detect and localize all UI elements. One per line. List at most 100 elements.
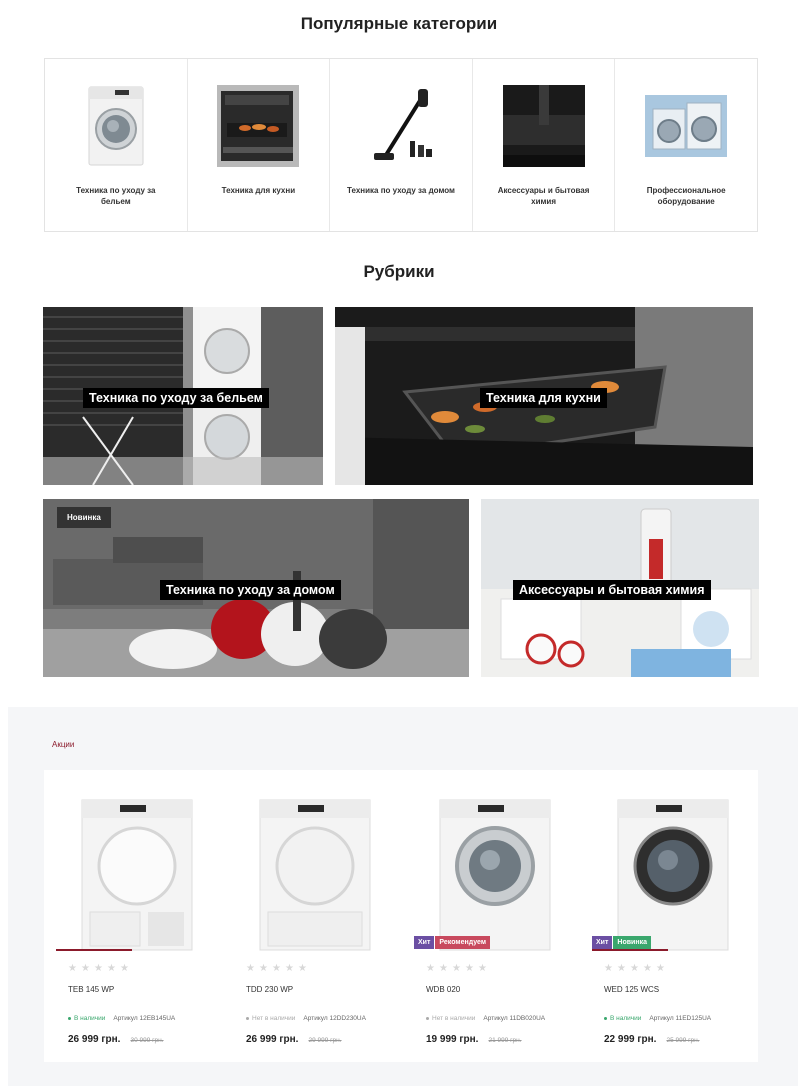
rubrics-title: Рубрики — [363, 262, 435, 281]
product-badges: Хит Рекомендуем — [414, 936, 490, 949]
star-icon: ★ — [298, 963, 307, 974]
product-old-price: 30 999 грн. — [130, 1037, 164, 1044]
star-icon: ★ — [656, 963, 665, 974]
rating-stars[interactable]: ★ ★ ★ ★ ★ — [604, 963, 665, 974]
price-row: 26 999 грн. 30 999 грн. — [68, 1034, 164, 1045]
status-dot-icon — [246, 1016, 249, 1020]
price-row: 19 999 грн. 21 999 грн. — [426, 1034, 522, 1045]
star-icon: ★ — [68, 963, 77, 974]
star-icon: ★ — [452, 963, 461, 974]
product-price: 26 999 грн. — [68, 1034, 121, 1045]
status-dot-icon — [604, 1016, 607, 1020]
category-professional[interactable]: Профессиональное оборудование — [615, 59, 757, 231]
star-icon: ★ — [272, 963, 281, 974]
star-icon: ★ — [259, 963, 268, 974]
star-icon: ★ — [630, 963, 639, 974]
status-dot-icon — [426, 1016, 429, 1020]
stock-row: Нет в наличии Артикул 12DD230UA — [246, 1015, 366, 1022]
new-badge: Новинка — [57, 507, 111, 528]
popular-categories-title: Популярные категории — [300, 14, 498, 33]
rubric-tile-kitchen[interactable]: Техника для кухни — [335, 307, 753, 485]
product-old-price: 21 999 грн. — [488, 1037, 522, 1044]
accessories-icon — [502, 85, 585, 167]
product-sku: Артикул 12EB145UA — [113, 1015, 176, 1022]
category-grid: Техника по уходу за бельем Техника для к… — [44, 58, 758, 232]
product-card[interactable]: Хит Рекомендуем ★ ★ ★ ★ ★ WDB 020 Нет в … — [414, 788, 578, 1058]
price-row: 22 999 грн. 25 999 грн. — [604, 1034, 700, 1045]
stock-status: В наличии — [604, 1015, 641, 1022]
product-sku: Артикул 11ED125UA — [649, 1015, 712, 1022]
stock-status: Нет в наличии — [246, 1015, 295, 1022]
star-icon: ★ — [439, 963, 448, 974]
rubric-caption: Техника по уходу за бельем — [83, 388, 269, 408]
category-label: Аксессуары и бытовая химия — [497, 186, 590, 206]
product-underline — [592, 949, 668, 951]
product-price: 22 999 грн. — [604, 1034, 657, 1045]
star-icon: ★ — [617, 963, 626, 974]
product-name[interactable]: TDD 230 WP — [246, 985, 293, 994]
star-icon: ★ — [107, 963, 116, 974]
star-icon: ★ — [643, 963, 652, 974]
category-accessories[interactable]: Аксессуары и бытовая химия — [473, 59, 616, 231]
rubric-caption: Аксессуары и бытовая химия — [513, 580, 711, 600]
category-home-care[interactable]: Техника по уходу за домом — [330, 59, 473, 231]
product-card[interactable]: ★ ★ ★ ★ ★ TDD 230 WP Нет в наличии Артик… — [234, 788, 398, 1058]
rating-stars[interactable]: ★ ★ ★ ★ ★ — [426, 963, 487, 974]
product-name[interactable]: TEB 145 WP — [68, 985, 114, 994]
promotions-label: Акции — [52, 740, 75, 749]
rubric-caption: Техника по уходу за домом — [160, 580, 341, 600]
rubric-caption: Техника для кухни — [480, 388, 607, 408]
product-price: 19 999 грн. — [426, 1034, 479, 1045]
rating-stars[interactable]: ★ ★ ★ ★ ★ — [246, 963, 307, 974]
stock-row: Нет в наличии Артикул 11DB020UA — [426, 1015, 545, 1022]
vacuum-icon — [360, 85, 442, 167]
washing-machine-icon — [75, 85, 157, 167]
stock-row: В наличии Артикул 11ED125UA — [604, 1015, 711, 1022]
product-sku: Артикул 12DD230UA — [303, 1015, 366, 1022]
star-icon: ★ — [285, 963, 294, 974]
rubric-tile-laundry[interactable]: Техника по уходу за бельем — [43, 307, 323, 485]
hit-badge: Хит — [592, 936, 613, 949]
product-price: 26 999 грн. — [246, 1034, 299, 1045]
star-icon: ★ — [120, 963, 129, 974]
product-old-price: 29 999 грн. — [308, 1037, 342, 1044]
star-icon: ★ — [478, 963, 487, 974]
recommend-badge: Рекомендуем — [435, 936, 490, 949]
stock-row: В наличии Артикул 12EB145UA — [68, 1015, 175, 1022]
star-icon: ★ — [604, 963, 613, 974]
product-name[interactable]: WDB 020 — [426, 985, 460, 994]
product-sku: Артикул 11DB020UA — [483, 1015, 546, 1022]
category-label: Техника для кухни — [221, 186, 296, 195]
rating-stars[interactable]: ★ ★ ★ ★ ★ — [68, 963, 129, 974]
rubric-tile-accessories[interactable]: Аксессуары и бытовая химия — [481, 499, 759, 677]
new-badge: Новинка — [613, 936, 651, 949]
product-image — [604, 796, 742, 952]
product-old-price: 25 999 грн. — [666, 1037, 700, 1044]
star-icon: ★ — [246, 963, 255, 974]
product-card[interactable]: ★ ★ ★ ★ ★ TEB 145 WP В наличии Артикул 1… — [56, 788, 220, 1058]
star-icon: ★ — [94, 963, 103, 974]
rubric-tile-home-care[interactable]: Новинка Техника по уходу за домом — [43, 499, 469, 677]
product-image — [426, 796, 564, 952]
oven-icon — [217, 85, 300, 167]
status-dot-icon — [68, 1016, 71, 1020]
star-icon: ★ — [426, 963, 435, 974]
product-name[interactable]: WED 125 WCS — [604, 985, 659, 994]
product-image — [246, 796, 384, 952]
star-icon: ★ — [465, 963, 474, 974]
product-image — [68, 796, 206, 952]
category-label: Профессиональное оборудование — [646, 186, 726, 206]
stock-status: В наличии — [68, 1015, 105, 1022]
category-kitchen[interactable]: Техника для кухни — [188, 59, 331, 231]
category-label: Техника по уходу за домом — [346, 186, 455, 195]
pro-washers-icon — [645, 85, 728, 167]
category-label: Техника по уходу за бельем — [76, 186, 156, 206]
price-row: 26 999 грн. 29 999 грн. — [246, 1034, 342, 1045]
category-laundry[interactable]: Техника по уходу за бельем — [45, 59, 188, 231]
stock-status: Нет в наличии — [426, 1015, 475, 1022]
product-card[interactable]: Хит Новинка ★ ★ ★ ★ ★ WED 125 WCS В нали… — [592, 788, 756, 1058]
promotions-carousel: ★ ★ ★ ★ ★ TEB 145 WP В наличии Артикул 1… — [44, 770, 758, 1062]
star-icon: ★ — [81, 963, 90, 974]
product-underline — [56, 949, 132, 951]
product-badges: Хит Новинка — [592, 936, 651, 949]
